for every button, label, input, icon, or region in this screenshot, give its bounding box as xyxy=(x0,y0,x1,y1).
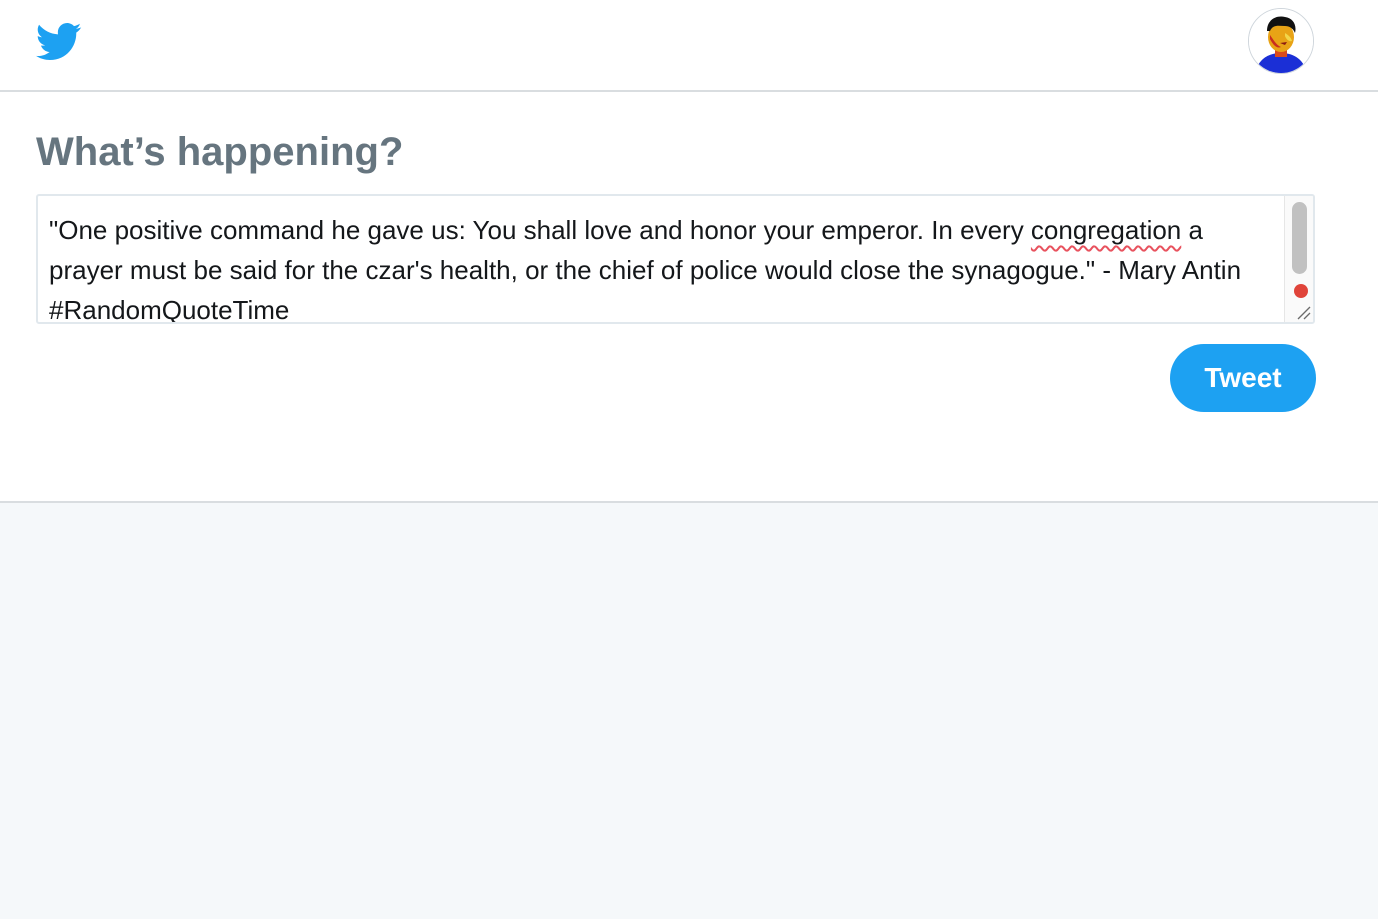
tweet-text-part: "One positive command he gave us: You sh… xyxy=(49,215,1031,245)
page: What’s happening? "One positive command … xyxy=(0,0,1378,919)
scroll-marker-dot-icon xyxy=(1294,284,1308,298)
scrollbar-thumb[interactable] xyxy=(1292,202,1307,274)
tweet-text[interactable]: "One positive command he gave us: You sh… xyxy=(49,210,1281,322)
compose-heading: What’s happening? xyxy=(36,130,404,174)
tweet-button[interactable]: Tweet xyxy=(1170,344,1316,412)
misspelled-word[interactable]: congregation xyxy=(1031,215,1181,245)
top-bar xyxy=(0,0,1378,92)
compose-panel: What’s happening? "One positive command … xyxy=(0,92,1378,503)
tweet-text-area[interactable]: "One positive command he gave us: You sh… xyxy=(36,194,1315,324)
twitter-bird-icon[interactable] xyxy=(35,22,82,62)
user-avatar[interactable] xyxy=(1248,8,1314,74)
resize-handle-icon[interactable] xyxy=(1295,304,1311,320)
